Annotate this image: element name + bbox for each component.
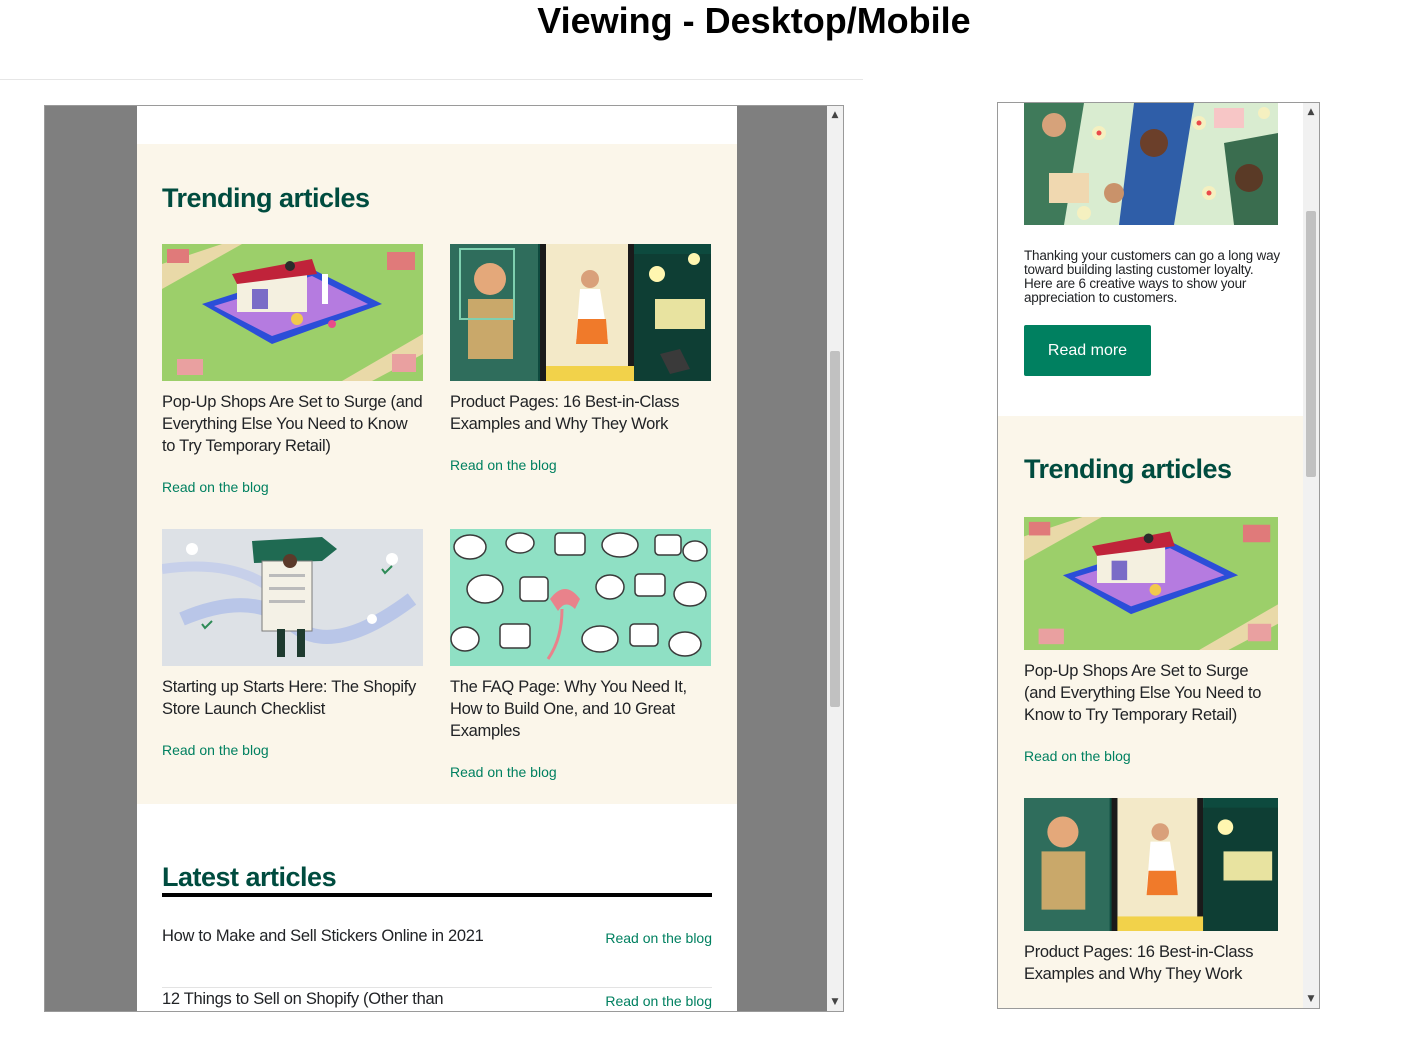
scrollbar-thumb[interactable] (830, 351, 840, 707)
mobile-preview-frame[interactable]: Thanking your customers can go a long wa… (997, 102, 1320, 1009)
article-card: Starting up Starts Here: The Shopify Sto… (162, 529, 423, 758)
article-title[interactable]: Starting up Starts Here: The Shopify Sto… (162, 676, 423, 720)
customer-thanks-image[interactable] (1024, 103, 1278, 225)
mobile-trending-section: Trending articles Pop-Up Shops Are Set t… (998, 416, 1303, 1008)
desktop-scrollbar[interactable]: ▲ ▼ (827, 106, 843, 1011)
read-on-blog-link[interactable]: Read on the blog (450, 764, 711, 780)
article-title[interactable]: Product Pages: 16 Best-in-Class Examples… (450, 391, 711, 435)
latest-divider (162, 893, 712, 897)
product-pages-image[interactable] (1024, 798, 1278, 931)
article-title[interactable]: The FAQ Page: Why You Need It, How to Bu… (450, 676, 711, 742)
article-card: Pop-Up Shops Are Set to Surge (and Every… (162, 244, 423, 495)
article-card: Pop-Up Shops Are Set to Surge (and Every… (1024, 517, 1278, 764)
article-card: Product Pages: 16 Best-in-Class Examples… (1024, 798, 1278, 985)
latest-article-title[interactable]: How to Make and Sell Stickers Online in … (162, 926, 502, 946)
page-title: Viewing - Desktop/Mobile (537, 0, 971, 41)
read-on-blog-link[interactable]: Read on the blog (162, 742, 423, 758)
desktop-preview-frame[interactable]: Trending articles Pop-Up Shops Are Set t… (44, 105, 844, 1012)
trending-title: Trending articles (162, 183, 370, 213)
read-on-blog-link[interactable]: Read on the blog (605, 993, 712, 1009)
read-more-button[interactable]: Read more (1024, 325, 1151, 376)
scroll-down-arrow-icon[interactable]: ▼ (827, 995, 843, 1009)
desktop-email-body: Trending articles Pop-Up Shops Are Set t… (137, 106, 737, 1011)
read-on-blog-link[interactable]: Read on the blog (1024, 748, 1278, 764)
scroll-up-arrow-icon[interactable]: ▲ (827, 108, 843, 122)
popup-shop-image[interactable] (1024, 517, 1278, 650)
header-divider (0, 79, 863, 80)
read-on-blog-link[interactable]: Read on the blog (162, 479, 423, 495)
scroll-down-arrow-icon[interactable]: ▼ (1303, 992, 1319, 1006)
mobile-email-body: Thanking your customers can go a long wa… (998, 103, 1303, 1008)
article-title[interactable]: Pop-Up Shops Are Set to Surge (and Every… (1024, 660, 1278, 726)
mobile-scrollbar[interactable]: ▲ ▼ (1303, 103, 1319, 1008)
latest-row: 12 Things to Sell on Shopify (Other than… (162, 989, 712, 1011)
read-on-blog-link[interactable]: Read on the blog (450, 457, 711, 473)
scroll-up-arrow-icon[interactable]: ▲ (1303, 105, 1319, 119)
popup-shop-image[interactable] (162, 244, 423, 381)
article-card: The FAQ Page: Why You Need It, How to Bu… (450, 529, 711, 780)
article-card: Product Pages: 16 Best-in-Class Examples… (450, 244, 711, 473)
latest-article-title[interactable]: 12 Things to Sell on Shopify (Other than… (162, 989, 502, 1011)
trending-title: Trending articles (1024, 454, 1232, 484)
read-on-blog-link[interactable]: Read on the blog (605, 930, 712, 946)
product-pages-image[interactable] (450, 244, 711, 381)
trending-section: Trending articles Pop-Up Shops Are Set t… (137, 144, 737, 804)
hero-description: Thanking your customers can go a long wa… (1024, 248, 1280, 305)
article-title[interactable]: Pop-Up Shops Are Set to Surge (and Every… (162, 391, 423, 457)
scrollbar-thumb[interactable] (1306, 211, 1316, 477)
article-title[interactable]: Product Pages: 16 Best-in-Class Examples… (1024, 941, 1278, 985)
faq-phone-image[interactable] (450, 529, 711, 666)
latest-row: How to Make and Sell Stickers Online in … (162, 926, 712, 988)
latest-title: Latest articles (162, 862, 337, 892)
open-sign-image[interactable] (162, 529, 423, 666)
